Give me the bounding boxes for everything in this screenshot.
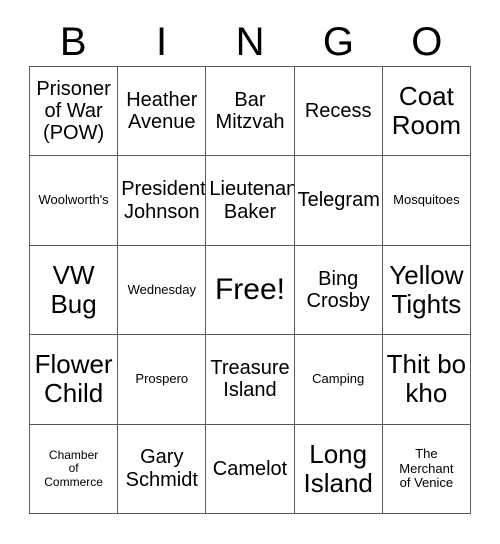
bingo-cell-label: Camelot (212, 457, 288, 480)
bingo-cell-r2c5[interactable]: Mosquitoes (382, 156, 471, 246)
bingo-cell-r3c2[interactable]: Wednesday (118, 245, 207, 336)
bingo-header-letter-b: B (59, 20, 87, 64)
bingo-cell-label: Gary Schmidt (125, 446, 198, 491)
bingo-cell-r3c5[interactable]: Yellow Tights (382, 245, 471, 336)
bingo-cell-r4c2[interactable]: Prospero (118, 335, 207, 425)
bingo-cell-r2c2[interactable]: President Johnson (118, 156, 207, 246)
bingo-cell-label: Recess (304, 100, 372, 122)
bingo-cell-r3c1[interactable]: VW Bug (30, 245, 119, 336)
bingo-cell-r2c1[interactable]: Woolworth's (30, 156, 119, 246)
bingo-cell-label: Mosquitoes (393, 192, 460, 208)
bingo-cell-r2c3[interactable]: Lieutenant Baker (206, 156, 295, 246)
bingo-cell-label: Long Island (303, 438, 373, 498)
bingo-cell-label: Coat Room (391, 81, 462, 141)
bingo-cell-label: Yellow Tights (389, 259, 464, 319)
bingo-cell-r5c5[interactable]: The Merchant of Venice (382, 424, 471, 514)
bingo-cell-r1c3[interactable]: Bar Mitzvah (206, 67, 295, 157)
bingo-cell-label: Chamber of Commerce (44, 447, 103, 489)
bingo-cell-r2c4[interactable]: Telegram (294, 156, 383, 246)
bingo-cell-label: VW Bug (50, 259, 97, 319)
bingo-cell-r5c1[interactable]: Chamber of Commerce (30, 424, 119, 514)
bingo-cell-label: Prospero (135, 371, 189, 387)
bingo-cell-label: Thit bo kho (386, 349, 467, 409)
bingo-header-letter-i: I (156, 20, 168, 64)
bingo-cell-label: Bar Mitzvah (215, 88, 285, 134)
bingo-cell-label: Flower Child (34, 349, 113, 409)
bingo-header-letter-g: G (322, 20, 354, 64)
bingo-cell-r5c2[interactable]: Gary Schmidt (118, 424, 207, 514)
bingo-cell-free-space[interactable]: Free! (206, 245, 295, 336)
bingo-header-letter-n: N (235, 20, 265, 64)
bingo-cell-r5c3[interactable]: Camelot (206, 424, 295, 514)
bingo-header-letter-o: O (411, 20, 443, 64)
bingo-cell-label: Bing Crosby (306, 267, 370, 312)
bingo-cell-r4c3[interactable]: Treasure Island (206, 335, 295, 425)
bingo-card: B I N G O Prisoner of War (POW) Heather … (0, 0, 500, 544)
bingo-cell-r1c4[interactable]: Recess (294, 67, 383, 157)
bingo-cell-label: Telegram (297, 189, 380, 212)
bingo-header-letters: B I N G O (29, 18, 471, 66)
bingo-grid: Prisoner of War (POW) Heather Avenue Bar… (29, 66, 471, 514)
bingo-cell-label: Free! (214, 273, 285, 307)
bingo-cell-r1c5[interactable]: Coat Room (382, 67, 471, 157)
bingo-cell-r3c4[interactable]: Bing Crosby (294, 245, 383, 336)
bingo-cell-r1c2[interactable]: Heather Avenue (118, 67, 207, 157)
bingo-cell-label: Lieutenant Baker (209, 178, 295, 223)
bingo-cell-label: The Merchant of Venice (399, 445, 454, 491)
bingo-cell-label: Heather Avenue (126, 88, 198, 134)
bingo-cell-r5c4[interactable]: Long Island (294, 424, 383, 514)
bingo-cell-label: President Johnson (121, 178, 206, 223)
bingo-cell-label: Prisoner of War (POW) (36, 77, 111, 145)
bingo-cell-r4c5[interactable]: Thit bo kho (382, 335, 471, 425)
bingo-cell-label: Woolworth's (38, 192, 109, 208)
bingo-cell-r4c4[interactable]: Camping (294, 335, 383, 425)
bingo-cell-label: Wednesday (127, 281, 196, 297)
bingo-cell-label: Camping (312, 371, 365, 387)
bingo-cell-r1c1[interactable]: Prisoner of War (POW) (30, 67, 119, 157)
bingo-cell-r4c1[interactable]: Flower Child (30, 335, 119, 425)
bingo-cell-label: Treasure Island (210, 357, 290, 402)
